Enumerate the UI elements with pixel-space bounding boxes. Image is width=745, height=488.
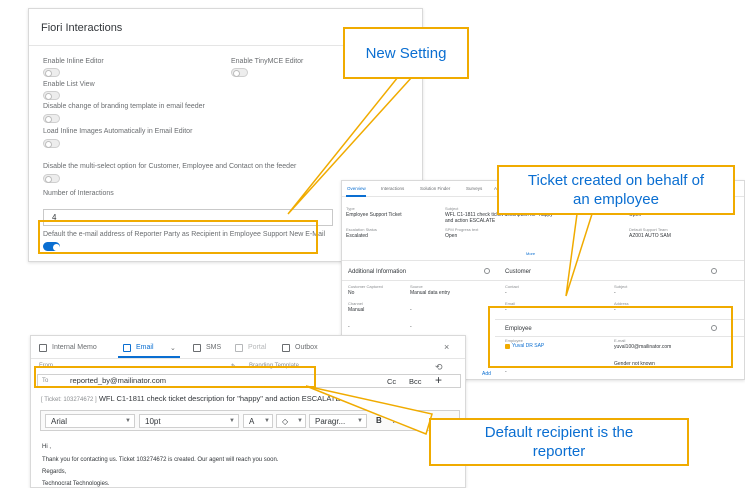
close-icon[interactable]: ×	[444, 342, 449, 352]
additional-info-title: Additional Information	[348, 269, 407, 275]
callout-new-setting: New Setting	[343, 27, 469, 79]
highlight-employee-section	[488, 306, 733, 368]
outbox-icon	[282, 344, 290, 352]
contact-label: Contact	[505, 284, 519, 289]
bold-button[interactable]: B	[376, 416, 382, 425]
callout-new-setting-text: New Setting	[365, 44, 447, 62]
empty-value: -	[505, 369, 507, 375]
channel-label: Channel	[348, 301, 363, 306]
body-message: Thank you for contacting us. Ticket 1032…	[42, 457, 279, 463]
body-signature: Technocrat Technologies.	[42, 481, 110, 487]
progress-value: Open	[445, 233, 458, 239]
tab-solution-finder[interactable]: Solution Finder	[420, 186, 450, 191]
add-link[interactable]: Add	[482, 371, 491, 377]
customer-title: Customer	[505, 269, 532, 275]
subject-text: WFL C1-1811 check ticket description for…	[98, 394, 341, 403]
escalation-value: Escalated	[346, 233, 368, 239]
callout-default-recipient: Default recipient is the reporter	[429, 418, 689, 466]
type-value: Employee Support Ticket	[346, 212, 402, 218]
font-family-select[interactable]: Arial	[45, 414, 135, 428]
highlight-to-field	[34, 366, 316, 388]
editor-toolbar: Arial ▼ 10pt ▼ A ▼ ◇ ▼ Paragr... ▼ B I	[40, 410, 460, 431]
enable-inline-editor-toggle[interactable]	[43, 68, 60, 77]
enable-tinymce-label: Enable TinyMCE Editor	[231, 58, 304, 65]
progress-label: SPM Progress text	[445, 227, 479, 232]
chevron-down-icon: ▼	[297, 418, 303, 424]
enable-list-view-label: Enable List View	[43, 81, 95, 88]
reporter-value: No	[348, 290, 355, 296]
memo-icon	[39, 344, 47, 352]
chevron-down-icon: ▼	[125, 418, 131, 424]
source-value: Manual data entry	[410, 290, 451, 296]
tab-overview[interactable]: Overview	[347, 186, 366, 191]
empty-value: -	[410, 324, 412, 330]
divider	[31, 358, 465, 359]
chevron-down-icon[interactable]: ⌄	[170, 344, 176, 352]
tab-outbox[interactable]: Outbox	[295, 344, 318, 351]
tab-surveys[interactable]: Surveys	[466, 186, 482, 191]
tab-internal-memo[interactable]: Internal Memo	[52, 344, 97, 351]
refresh-icon[interactable]: ⟲	[435, 362, 443, 373]
callout-recipient-text-line1: Default recipient is the	[484, 424, 634, 441]
subject-label: Subject	[445, 206, 459, 211]
escalation-label: Escalation Status	[346, 227, 377, 232]
callout-ticket-on-behalf: Ticket created on behalf of an employee	[497, 165, 735, 215]
channel-value: Manual	[348, 307, 365, 313]
load-inline-images-toggle[interactable]	[43, 139, 60, 148]
disable-multiselect-label: Disable the multi-select option for Cust…	[43, 163, 297, 170]
tab-email[interactable]: Email	[136, 344, 154, 351]
italic-button[interactable]: I	[393, 416, 395, 425]
panel-title: Fiori Interactions	[41, 22, 123, 34]
enable-inline-editor-label: Enable Inline Editor	[43, 58, 104, 65]
active-tab-indicator	[346, 195, 366, 197]
enable-tinymce-toggle[interactable]	[231, 68, 248, 77]
portal-icon	[235, 344, 243, 352]
add-recipient-button[interactable]: +	[435, 373, 442, 387]
empty-value: -	[410, 307, 412, 313]
callout-ticket-text-line2: an employee	[573, 191, 659, 208]
subject-line[interactable]: [ Ticket: 103274672 ] WFL C1-1811 check …	[41, 394, 340, 403]
enable-list-view-toggle[interactable]	[43, 91, 60, 100]
edit-icon[interactable]	[711, 268, 717, 274]
email-icon	[123, 344, 131, 352]
divider	[342, 280, 495, 281]
chevron-down-icon: ▼	[229, 418, 235, 424]
subject-value-line2: and action ESCALATE	[445, 218, 496, 224]
body-greeting: Hi ,	[42, 444, 51, 450]
body-regards: Regards,	[42, 469, 67, 475]
tab-interactions[interactable]: Interactions	[381, 186, 404, 191]
empty-value: -	[505, 290, 507, 296]
support-team-value: AZ001 AUTO SAM	[629, 233, 671, 239]
tab-portal: Portal	[248, 344, 267, 351]
more-link[interactable]: More	[526, 251, 535, 256]
email-composer: Internal Memo Email ⌄ SMS Portal Outbox …	[30, 335, 466, 488]
bcc-button[interactable]: Bcc	[409, 377, 422, 386]
disable-branding-label: Disable change of branding template in e…	[43, 103, 205, 110]
disable-branding-toggle[interactable]	[43, 114, 60, 123]
divider	[495, 280, 744, 281]
ticket-id: [ Ticket: 103274672 ]	[41, 397, 97, 403]
empty-value: -	[614, 290, 616, 296]
customer-subject-label: Subject	[614, 284, 628, 289]
tab-sms[interactable]: SMS	[206, 344, 221, 351]
divider	[342, 260, 744, 261]
chevron-down-icon: ▼	[357, 418, 363, 424]
empty-value: -	[348, 324, 350, 330]
chevron-down-icon: ▼	[264, 418, 270, 424]
source-label: Source	[410, 284, 423, 289]
edit-icon[interactable]	[484, 268, 490, 274]
number-of-interactions-label: Number of Interactions	[43, 190, 114, 197]
font-size-select[interactable]: 10pt	[139, 414, 239, 428]
support-team-label: Default Support Team	[629, 227, 668, 232]
reporter-label: Customer Captured	[348, 284, 383, 289]
callout-ticket-text-line1: Ticket created on behalf of	[527, 172, 705, 189]
highlight-new-setting	[38, 220, 318, 254]
type-label: Type	[346, 206, 355, 211]
callout-recipient-text-line2: reporter	[532, 443, 586, 460]
load-inline-images-label: Load Inline Images Automatically in Emai…	[43, 128, 193, 135]
sms-icon	[193, 344, 201, 352]
cc-button[interactable]: Cc	[387, 377, 396, 386]
disable-multiselect-toggle[interactable]	[43, 174, 60, 183]
